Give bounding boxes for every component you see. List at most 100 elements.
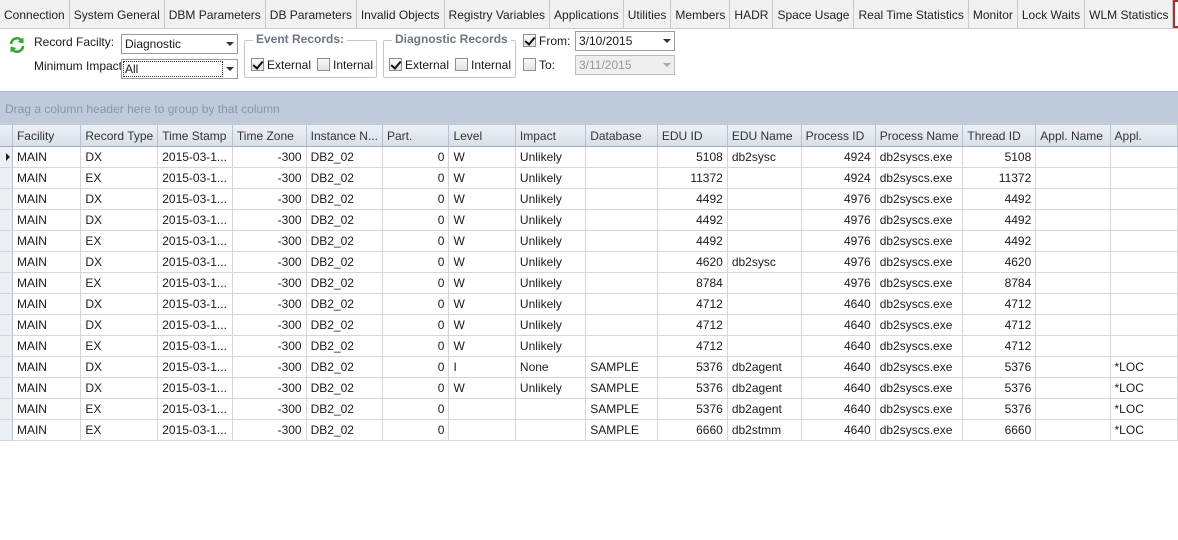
column-header-impact[interactable]: Impact [515,125,587,147]
table-cell[interactable] [585,188,658,210]
table-cell[interactable]: MAIN [12,251,82,273]
table-cell[interactable]: -300 [232,230,307,252]
table-cell[interactable]: I [448,356,516,378]
table-row[interactable]: MAIN EX 2015-03-1... -300 DB2_02 0 SAMPLE 6660 d… [0,419,1178,441]
row-indicator[interactable] [0,398,13,420]
table-cell[interactable] [515,419,587,441]
table-cell[interactable]: W [448,167,516,189]
table-cell[interactable] [727,293,802,315]
table-cell[interactable]: db2syscs.exe [875,335,964,357]
table-cell[interactable]: 4976 [801,272,876,294]
table-cell[interactable]: *LOC [1110,377,1178,399]
table-cell[interactable]: 5108 [962,146,1037,168]
table-cell[interactable] [448,398,516,420]
table-cell[interactable]: W [448,377,516,399]
table-cell[interactable]: db2syscs.exe [875,146,964,168]
table-cell[interactable]: 4640 [801,377,876,399]
table-cell[interactable]: 11372 [657,167,728,189]
table-cell[interactable]: 0 [382,167,450,189]
table-cell[interactable]: 0 [382,146,450,168]
from-date-picker[interactable]: 3/10/2015 [575,31,675,51]
table-cell[interactable] [1035,419,1111,441]
table-cell[interactable] [448,419,516,441]
table-cell[interactable]: SAMPLE [585,356,658,378]
table-cell[interactable] [1035,314,1111,336]
table-cell[interactable]: 4976 [801,230,876,252]
table-row[interactable]: MAIN DX 2015-03-1... -300 DB2_02 0 W Unlikely 44… [0,188,1178,210]
table-cell[interactable]: Unlikely [515,314,587,336]
table-cell[interactable]: MAIN [12,356,82,378]
tab-utilities[interactable]: Utilities [624,0,672,28]
table-row[interactable]: MAIN EX 2015-03-1... -300 DB2_02 0 W Unlikely 11… [0,167,1178,189]
table-cell[interactable]: db2agent [727,377,802,399]
table-cell[interactable]: Unlikely [515,230,587,252]
table-cell[interactable]: EX [80,398,159,420]
row-indicator[interactable] [0,230,13,252]
table-cell[interactable]: db2syscs.exe [875,314,964,336]
table-cell[interactable] [1035,188,1111,210]
table-cell[interactable]: DB2_02 [306,146,383,168]
table-cell[interactable]: EX [80,419,159,441]
table-cell[interactable]: db2syscs.exe [875,188,964,210]
table-cell[interactable]: 2015-03-1... [157,398,233,420]
table-row[interactable]: MAIN DX 2015-03-1... -300 DB2_02 0 W Unlikely SA… [0,377,1178,399]
tab-invalid-objects[interactable]: Invalid Objects [357,0,445,28]
table-cell[interactable] [585,293,658,315]
table-cell[interactable] [1110,188,1178,210]
tab-monitor[interactable]: Monitor [969,0,1018,28]
table-row[interactable]: MAIN DX 2015-03-1... -300 DB2_02 0 W Unlikely 44… [0,209,1178,231]
table-cell[interactable] [1035,272,1111,294]
table-cell[interactable] [1035,230,1111,252]
table-cell[interactable]: -300 [232,146,307,168]
table-cell[interactable]: 2015-03-1... [157,146,233,168]
row-indicator[interactable] [0,188,13,210]
table-cell[interactable]: MAIN [12,209,82,231]
table-cell[interactable]: 4976 [801,209,876,231]
table-cell[interactable]: 0 [382,314,450,336]
table-cell[interactable] [585,251,658,273]
table-cell[interactable]: 4924 [801,167,876,189]
table-cell[interactable]: MAIN [12,230,82,252]
row-indicator[interactable] [0,356,13,378]
table-cell[interactable]: 4712 [657,314,728,336]
table-cell[interactable]: DB2_02 [306,188,383,210]
table-cell[interactable]: None [515,356,587,378]
table-cell[interactable]: 8784 [657,272,728,294]
column-header-process-id[interactable]: Process ID [801,125,876,147]
table-cell[interactable] [727,335,802,357]
table-cell[interactable]: 4976 [801,188,876,210]
table-cell[interactable]: DB2_02 [306,167,383,189]
table-cell[interactable] [585,167,658,189]
row-indicator[interactable] [0,314,13,336]
table-cell[interactable] [585,314,658,336]
table-cell[interactable]: -300 [232,272,307,294]
table-cell[interactable]: EX [80,230,159,252]
table-row[interactable]: MAIN DX 2015-03-1... -300 DB2_02 0 W Unlikely 46… [0,251,1178,273]
table-cell[interactable] [727,272,802,294]
table-cell[interactable]: 6660 [962,419,1037,441]
table-cell[interactable]: 4640 [801,356,876,378]
table-cell[interactable] [1110,251,1178,273]
refresh-icon[interactable] [8,36,26,54]
table-cell[interactable]: DB2_02 [306,419,383,441]
record-facility-select[interactable]: Diagnostic [121,34,238,54]
table-cell[interactable]: db2agent [727,356,802,378]
table-cell[interactable]: 2015-03-1... [157,209,233,231]
table-cell[interactable]: 2015-03-1... [157,419,233,441]
table-cell[interactable]: 0 [382,293,450,315]
table-cell[interactable]: *LOC [1110,356,1178,378]
table-cell[interactable]: DB2_02 [306,251,383,273]
table-row[interactable]: MAIN DX 2015-03-1... -300 DB2_02 0 W Unlikely 47… [0,293,1178,315]
table-cell[interactable]: 0 [382,419,450,441]
table-cell[interactable]: 4620 [962,251,1037,273]
table-cell[interactable]: SAMPLE [585,377,658,399]
row-indicator[interactable] [0,167,13,189]
table-cell[interactable]: MAIN [12,314,82,336]
table-cell[interactable]: db2syscs.exe [875,377,964,399]
table-cell[interactable]: DB2_02 [306,293,383,315]
table-cell[interactable]: SAMPLE [585,419,658,441]
table-cell[interactable]: *LOC [1110,398,1178,420]
tab-members[interactable]: Members [671,0,731,28]
table-cell[interactable]: W [448,272,516,294]
table-cell[interactable]: db2syscs.exe [875,230,964,252]
